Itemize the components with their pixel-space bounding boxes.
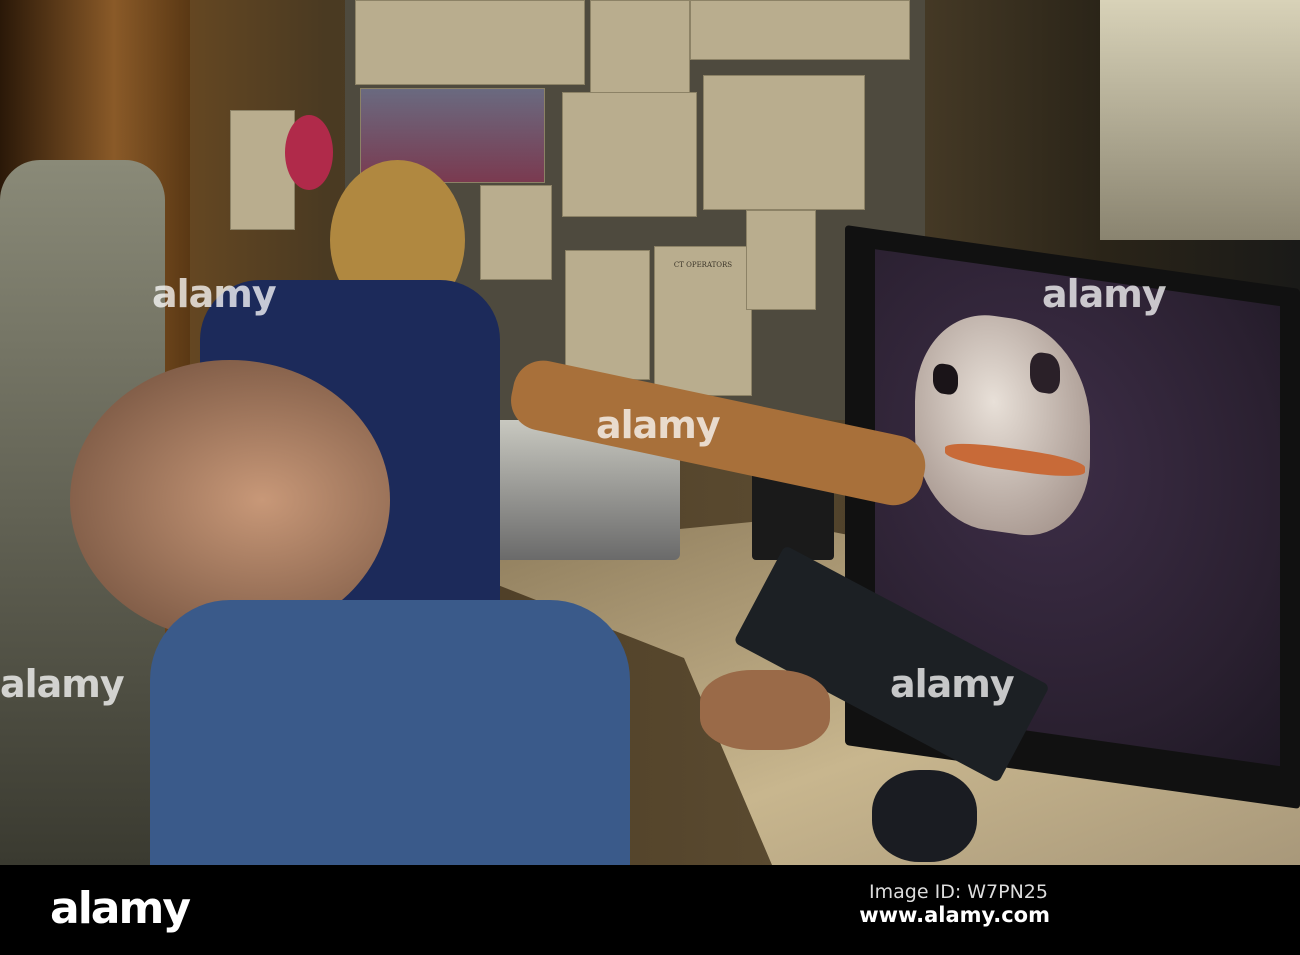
alamy-logo: alamy xyxy=(50,883,191,934)
watermark: alamy xyxy=(1042,272,1167,316)
paper xyxy=(690,0,910,60)
paper xyxy=(703,75,865,210)
paper xyxy=(355,0,585,85)
site-url: www.alamy.com xyxy=(859,903,1050,927)
footer-bar: alamy Image ID: W7PN25 www.alamy.com xyxy=(0,865,1300,955)
hand-on-desk xyxy=(700,670,830,750)
window xyxy=(1100,0,1300,240)
image-id: Image ID: W7PN25 xyxy=(869,881,1048,903)
notice-title: CT OPERATORS xyxy=(673,261,733,269)
watermark: alamy xyxy=(890,662,1015,706)
watermark: alamy xyxy=(0,662,125,706)
photo: CT OPERATORS alamy alamy alamy alamy ala… xyxy=(0,0,1300,865)
paper xyxy=(590,0,690,95)
skull-render xyxy=(915,304,1090,545)
ct-operators-notice: CT OPERATORS xyxy=(654,246,752,396)
seated-man xyxy=(50,360,650,865)
watermark: alamy xyxy=(152,272,277,316)
watermark: alamy xyxy=(596,403,721,447)
paper xyxy=(562,92,697,217)
mouse xyxy=(872,770,977,862)
paper xyxy=(746,210,816,310)
